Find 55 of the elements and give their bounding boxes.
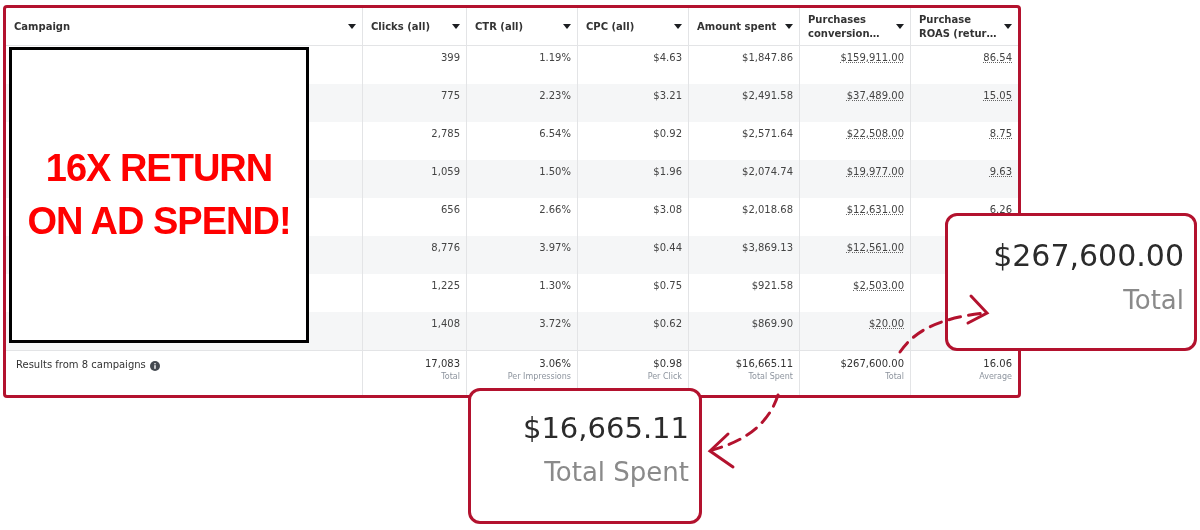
table-cell: $0.62: [577, 312, 688, 350]
table-cell[interactable]: $12,561.00: [799, 236, 910, 274]
info-icon[interactable]: [149, 361, 160, 371]
table-cell: $3.21: [577, 84, 688, 122]
caret-icon[interactable]: [785, 24, 793, 29]
total-value: 17,083: [425, 358, 460, 369]
total-label: Total: [885, 372, 904, 381]
caret-icon[interactable]: [563, 24, 571, 29]
column-header[interactable]: Purchase ROAS (retur…: [919, 12, 1000, 41]
column-header[interactable]: Campaign: [14, 19, 71, 34]
column-header[interactable]: CTR (all): [475, 19, 524, 34]
total-label: Per Click: [647, 372, 682, 381]
table-cell: $2,491.58: [688, 84, 799, 122]
table-cell[interactable]: $37,489.00: [799, 84, 910, 122]
table-cell[interactable]: 9.63: [910, 160, 1018, 198]
table-cell: 1.50%: [466, 160, 577, 198]
total-value: 3.06%: [539, 358, 571, 369]
total-value: $267,600.00: [840, 358, 904, 369]
table-cell: 2.23%: [466, 84, 577, 122]
caret-icon[interactable]: [896, 24, 904, 29]
caret-icon[interactable]: [452, 24, 460, 29]
table-cell[interactable]: $19,977.00: [799, 160, 910, 198]
total-label: Total: [441, 372, 460, 381]
zoomed-value: $16,665.11: [522, 411, 689, 445]
table-cell: 775: [362, 84, 466, 122]
column-header[interactable]: Amount spent: [697, 19, 777, 34]
zoomed-label: Total: [1123, 285, 1184, 315]
column-header[interactable]: Clicks (all): [371, 19, 430, 34]
table-cell: 1,408: [362, 312, 466, 350]
table-cell: $1.96: [577, 160, 688, 198]
table-cell: $3,869.13: [688, 236, 799, 274]
total-label: Average: [979, 372, 1012, 381]
table-cell[interactable]: $20.00: [799, 312, 910, 350]
headline: 16X RETURN ON AD SPEND!: [26, 145, 292, 244]
zoomed-value: $267,600.00: [993, 238, 1184, 273]
results-summary: Results from 8 campaigns: [16, 359, 146, 370]
table-cell: $869.90: [688, 312, 799, 350]
table-cell: 8,776: [362, 236, 466, 274]
table-cell: 3.72%: [466, 312, 577, 350]
column-header[interactable]: CPC (all): [586, 19, 635, 34]
zoomed-label: Total Spent: [544, 457, 689, 487]
table-cell[interactable]: 15.05: [910, 84, 1018, 122]
caret-icon[interactable]: [674, 24, 682, 29]
total-value: $16,665.11: [735, 358, 793, 369]
table-cell: 3.97%: [466, 236, 577, 274]
total-label: Total Spent: [748, 372, 793, 381]
caret-icon[interactable]: [1004, 24, 1012, 29]
total-value: $0.98: [653, 358, 682, 369]
total-value: 16.06: [983, 358, 1012, 369]
caret-icon[interactable]: [348, 24, 356, 29]
table-cell: 1,059: [362, 160, 466, 198]
total-label: Per Impressions: [507, 372, 571, 381]
table-cell: $2,074.74: [688, 160, 799, 198]
table-cell: $0.44: [577, 236, 688, 274]
column-header[interactable]: Purchases conversion…: [808, 12, 892, 41]
